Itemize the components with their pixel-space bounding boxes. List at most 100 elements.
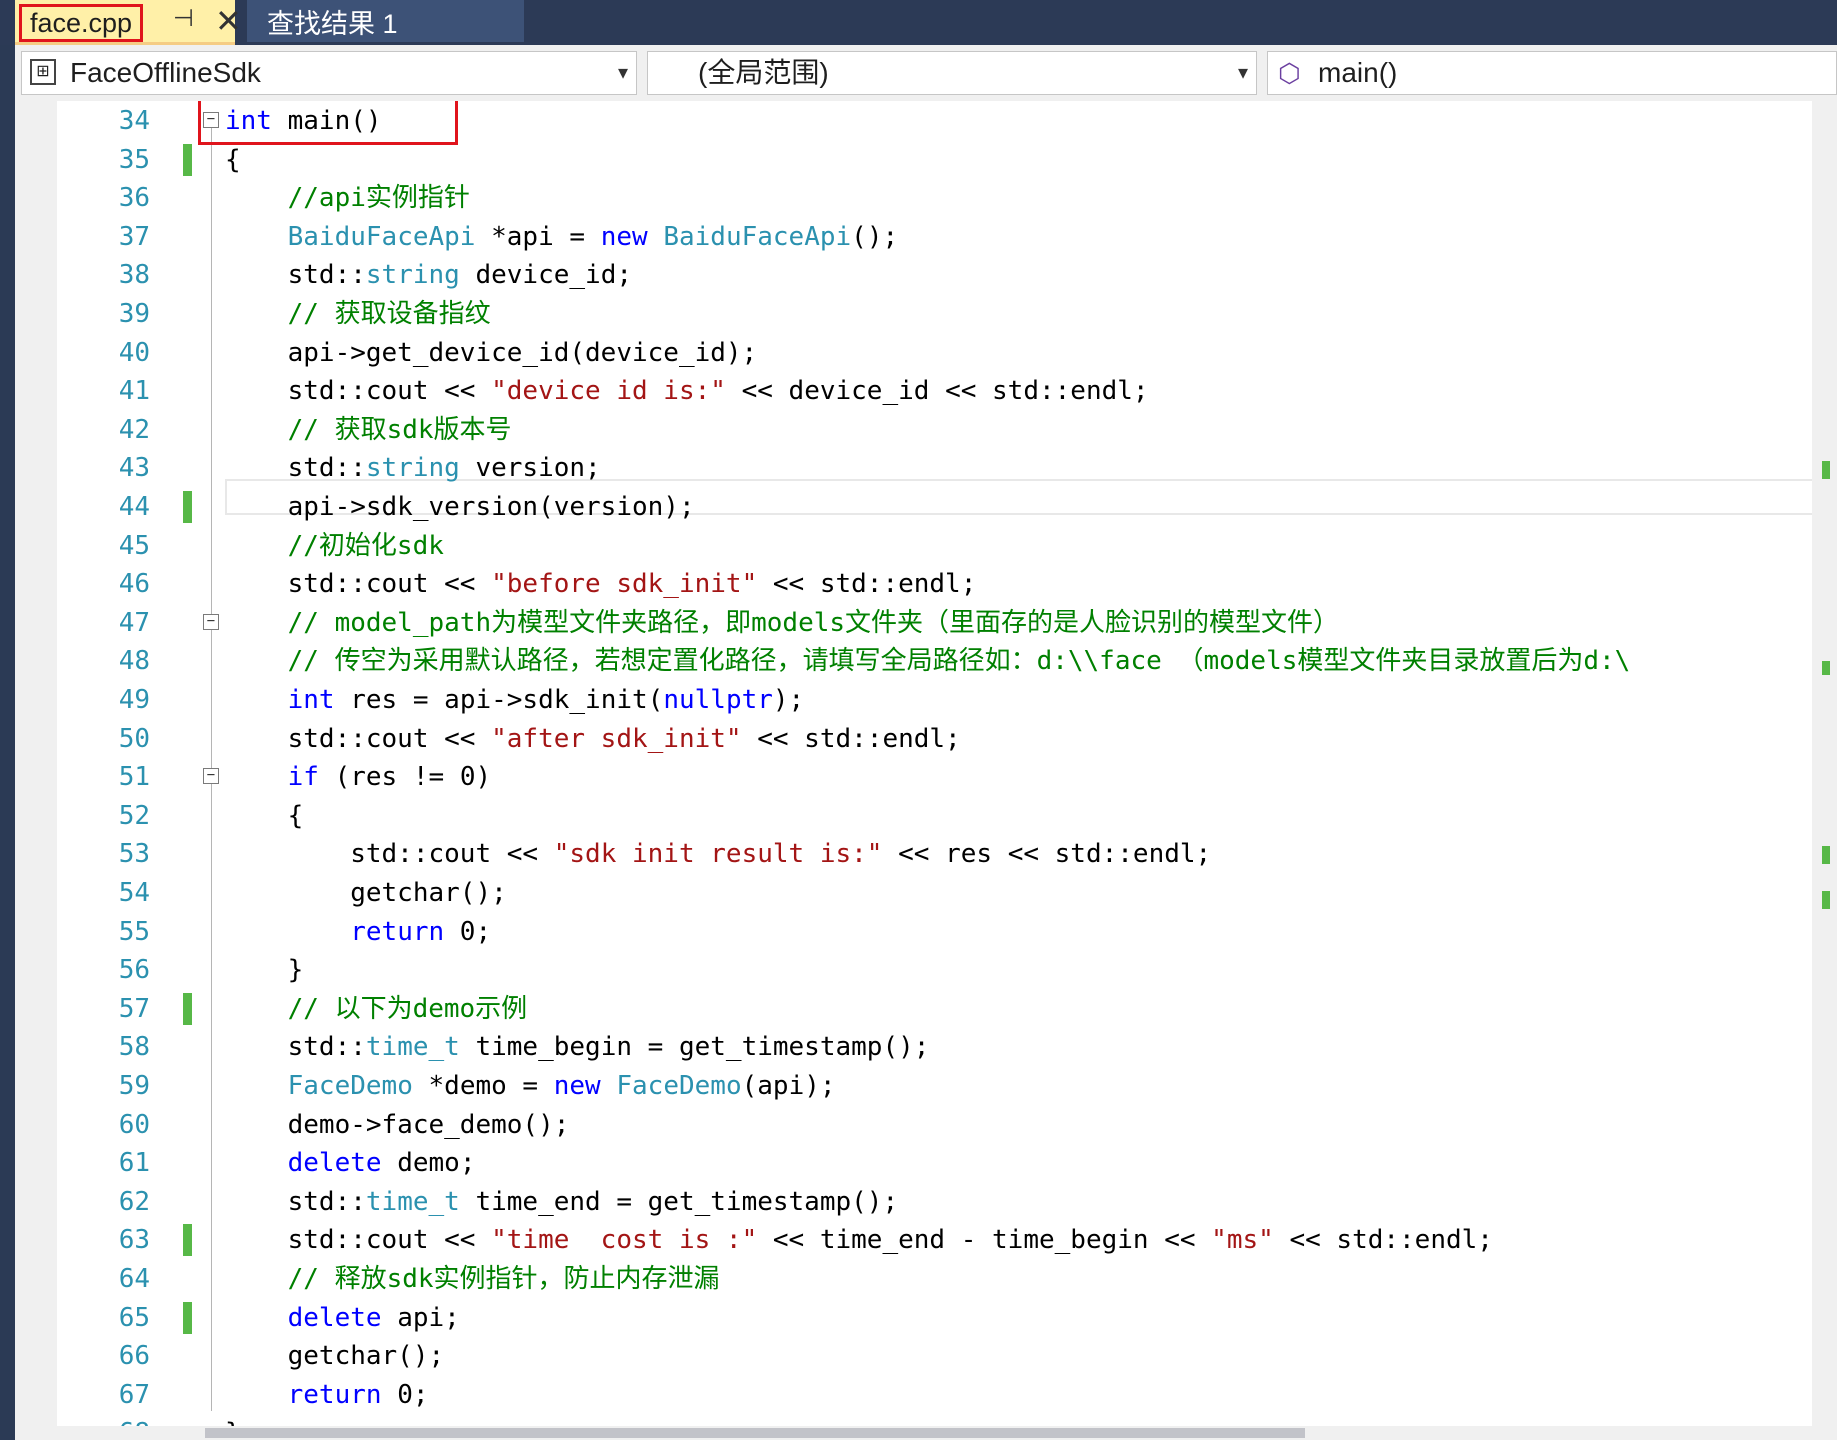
code-token: "sdk init result is:" [553,839,883,870]
code-line[interactable]: 40 api->get_device_id(device_id); [15,334,1815,372]
line-number: 39 [118,299,150,329]
pin-icon[interactable]: ⊣ [173,4,194,33]
code-token: std::cout << [225,376,492,407]
tab-label: face.cpp [19,4,144,42]
code-line[interactable]: 63 std::cout << "time cost is :" << time… [15,1221,1815,1259]
scope-dropdown[interactable]: (全局范围) ▾ [647,51,1257,95]
code-token: getchar(); [225,1341,445,1372]
code-token: 0; [381,1379,429,1410]
code-token: BaiduFaceApi [663,221,852,252]
code-token: demo->face_demo(); [225,1109,570,1140]
line-number: 66 [118,1341,150,1372]
code-line[interactable]: 37 BaiduFaceApi *api = new BaiduFaceApi(… [15,218,1815,256]
line-number: 52 [118,800,150,831]
member-dropdown[interactable]: ⬡ main() [1267,51,1837,95]
horizontal-scrollbar[interactable] [15,1426,1837,1440]
project-dropdown[interactable]: ⊞ FaceOfflineSdk ▾ [21,51,637,95]
code-text: return 0; [225,1376,429,1414]
code-line[interactable]: 52 { [15,797,1815,835]
code-line[interactable]: 44 api->sdk_version(version); [15,488,1815,526]
code-token: FaceDemo [616,1071,742,1101]
code-token: //api实例指针 [225,183,470,214]
scrollbar-thumb[interactable] [205,1428,1305,1438]
code-line[interactable]: 45 //初始化sdk [15,527,1815,565]
code-token: (); [851,221,899,252]
code-line[interactable]: 38 std::string device_id; [15,256,1815,294]
code-token: res = api->sdk_init( [334,685,664,715]
code-line[interactable]: 50 std::cout << "after sdk_init" << std:… [15,720,1815,758]
code-line[interactable]: 60 demo->face_demo(); [15,1106,1815,1144]
close-icon[interactable]: ✕ [215,2,242,40]
tab-face-cpp[interactable]: face.cpp ⊣ ✕ [15,0,242,45]
code-text: std::cout << "after sdk_init" << std::en… [225,720,961,758]
code-text: // 获取设备指纹 [225,295,491,333]
change-marker [183,992,192,1025]
code-line[interactable]: 58 std::time_t time_begin = get_timestam… [15,1028,1815,1066]
code-line[interactable]: 48 // 传空为采用默认路径，若想定置化路径，请填写全局路径如：d:\\fac… [15,642,1815,680]
line-number: 55 [118,916,150,947]
code-line[interactable]: 36 //api实例指针 [15,179,1815,217]
code-line[interactable]: 54 getchar(); [15,874,1815,912]
scope-label: (全局范围) [698,57,829,88]
collapse-icon[interactable]: − [203,768,219,785]
code-token: int [287,685,335,715]
code-token: // model_path为模型文件夹路径，即models文件夹（里面存的是人脸… [225,607,1340,638]
code-token: // 获取sdk版本号 [225,414,512,445]
code-text: // 获取sdk版本号 [225,411,512,449]
code-token: // 以下为demo示例 [225,993,528,1024]
code-line[interactable]: 65 delete api; [15,1299,1815,1337]
line-number: 46 [118,569,150,600]
code-text: delete api; [225,1299,460,1337]
code-line[interactable]: 67 return 0; [15,1376,1815,1414]
code-line[interactable]: 55 return 0; [15,913,1815,951]
code-line[interactable]: 57 // 以下为demo示例 [15,990,1815,1028]
line-number: 51 [118,762,150,793]
code-token: std::cout << [225,723,492,754]
code-line[interactable]: 62 std::time_t time_end = get_timestamp(… [15,1183,1815,1221]
code-token: ); [772,685,805,715]
collapse-icon[interactable]: − [203,613,219,630]
code-token: // 获取设备指纹 [225,299,491,329]
code-line[interactable]: 51 − if (res != 0) [15,758,1815,796]
code-line[interactable]: 43 std::string version; [15,449,1815,487]
code-line[interactable]: 64 // 释放sdk实例指针，防止内存泄漏 [15,1260,1815,1298]
code-line[interactable]: 56 } [15,951,1815,989]
code-token: time_begin = get_timestamp(); [459,1032,930,1063]
tab-find-results[interactable]: 查找结果 1 [247,0,524,42]
code-token: std:: [225,453,366,484]
code-line[interactable]: 47 − // model_path为模型文件夹路径，即models文件夹（里面存… [15,604,1815,642]
code-editor[interactable]: 34− int main() 35{36 //api实例指针 37 BaiduFace… [15,101,1837,1426]
code-line[interactable]: 46 std::cout << "before sdk_init" << std… [15,565,1815,603]
code-line[interactable]: 66 getchar(); [15,1337,1815,1375]
line-number: 67 [118,1379,150,1410]
line-number: 34 [118,106,150,136]
code-token: api; [381,1302,460,1333]
line-number: 41 [118,376,150,407]
code-line[interactable]: 61 delete demo; [15,1144,1815,1182]
vertical-scrollbar[interactable] [1812,101,1837,1426]
code-token: string [365,260,460,291]
code-token: "device id is:" [491,376,726,407]
code-line[interactable]: 59 FaceDemo *demo = new FaceDemo(api); [15,1067,1815,1105]
code-line[interactable]: 42 // 获取sdk版本号 [15,411,1815,449]
code-text: BaiduFaceApi *api = new BaiduFaceApi(); [225,218,899,256]
member-label: main() [1318,57,1398,88]
line-number: 37 [118,221,150,252]
code-token: (api); [741,1071,836,1101]
code-line[interactable]: 49 int res = api->sdk_init(nullptr); [15,681,1815,719]
code-line[interactable]: 53 std::cout << "sdk init result is:" <<… [15,835,1815,873]
line-number: 40 [118,337,150,368]
code-line[interactable]: 39 // 获取设备指纹 [15,295,1815,333]
line-number: 58 [118,1032,150,1063]
code-text: std::cout << "time cost is :" << time_en… [225,1221,1493,1259]
code-line[interactable]: 68} [15,1414,1815,1426]
code-line[interactable]: 35 { [15,141,1815,179]
code-line[interactable]: 41 std::cout << "device id is:" << devic… [15,372,1815,410]
code-token: "time cost is :" [491,1225,758,1256]
line-number: 56 [118,955,150,986]
code-text: std::string device_id; [225,256,632,294]
